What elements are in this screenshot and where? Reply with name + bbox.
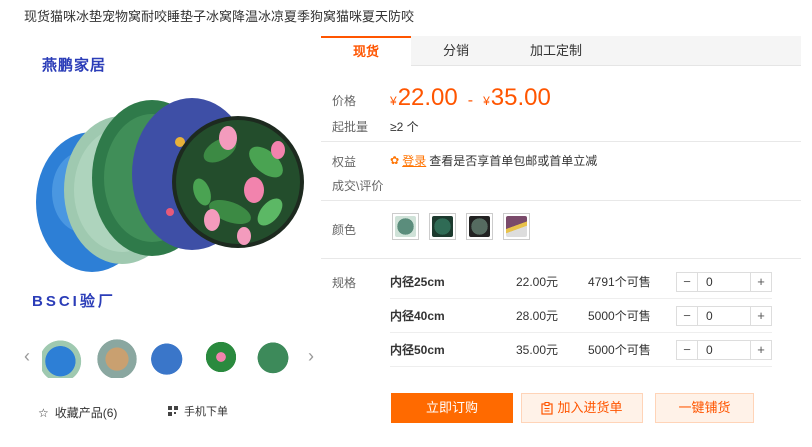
thumbnail-1[interactable] bbox=[42, 336, 88, 378]
chevron-right-icon[interactable]: › bbox=[308, 346, 314, 367]
spec-stock: 5000个可售 bbox=[588, 343, 651, 357]
tab-custom-processing[interactable]: 加工定制 bbox=[501, 36, 611, 66]
spec-stock: 4791个可售 bbox=[588, 275, 651, 289]
benefit-info: ✿ 登录 查看是否享首单包邮或首单立减 bbox=[390, 152, 597, 169]
spec-price: 28.00元 bbox=[516, 309, 559, 323]
clipboard-icon bbox=[541, 401, 554, 415]
increment-button[interactable]: + bbox=[751, 306, 771, 325]
color-options bbox=[392, 213, 530, 240]
price-separator: - bbox=[467, 92, 474, 109]
spec-price: 22.00元 bbox=[516, 275, 559, 289]
star-icon: ☆ bbox=[38, 405, 49, 420]
color-swatch-2[interactable] bbox=[429, 213, 456, 240]
divider bbox=[321, 200, 801, 201]
divider bbox=[321, 141, 801, 142]
mobile-order-label: 手机下单 bbox=[184, 406, 228, 418]
review-label[interactable]: 成交\评价 bbox=[332, 177, 383, 194]
thumbnail-5[interactable] bbox=[250, 336, 296, 378]
thumbnail-strip: ‹ › bbox=[22, 332, 316, 384]
buy-now-button[interactable]: 立即订购 bbox=[391, 393, 513, 423]
quantity-input[interactable]: 0 bbox=[697, 272, 751, 291]
quantity-input[interactable]: 0 bbox=[697, 340, 751, 359]
add-to-purchase-list-button[interactable]: 加入进货单 bbox=[521, 393, 643, 423]
spec-row: 内径40cm 28.00元 5000个可售 − 0 + bbox=[390, 299, 772, 333]
moq-label: 起批量 bbox=[332, 120, 369, 134]
moq-value: ≥2 个 bbox=[390, 120, 419, 134]
brand-certification: BSCI验厂 bbox=[32, 293, 116, 310]
brand-name-top: 燕鹏家居 bbox=[42, 57, 107, 74]
spec-name: 内径40cm bbox=[390, 309, 445, 323]
thumbnail-4[interactable] bbox=[198, 336, 244, 378]
quantity-stepper: − 0 + bbox=[676, 339, 772, 360]
action-buttons: 立即订购 加入进货单 一键铺货 bbox=[391, 393, 754, 423]
color-swatch-1[interactable] bbox=[392, 213, 419, 240]
price-min: 22.00 bbox=[397, 84, 458, 111]
favorite-product-button[interactable]: ☆ 收藏产品(6) bbox=[38, 404, 117, 421]
spec-stock: 5000个可售 bbox=[588, 309, 651, 323]
color-label: 颜色 bbox=[332, 223, 357, 237]
spec-row: 内径50cm 35.00元 5000个可售 − 0 + bbox=[390, 333, 772, 367]
add-to-list-label: 加入进货单 bbox=[557, 400, 623, 415]
gift-icon: ✿ bbox=[390, 155, 400, 167]
chevron-left-icon[interactable]: ‹ bbox=[24, 346, 30, 367]
increment-button[interactable]: + bbox=[751, 272, 771, 291]
color-swatch-3[interactable] bbox=[466, 213, 493, 240]
color-swatch-4[interactable] bbox=[503, 213, 530, 240]
product-title: 现货猫咪冰垫宠物窝耐咬睡垫子冰窝降温冰凉夏季狗窝猫咪夏天防咬 bbox=[24, 9, 415, 24]
spec-name: 内径50cm bbox=[390, 343, 445, 357]
price-range: ¥ 22.00 - ¥ 35.00 bbox=[390, 84, 551, 112]
spec-price: 35.00元 bbox=[516, 343, 559, 357]
spec-row: 内径25cm 22.00元 4791个可售 − 0 + bbox=[390, 265, 772, 299]
increment-button[interactable]: + bbox=[751, 340, 771, 359]
price-label: 价格 bbox=[332, 94, 357, 108]
quantity-stepper: − 0 + bbox=[676, 305, 772, 326]
one-click-distribute-button[interactable]: 一键铺货 bbox=[655, 393, 754, 423]
decrement-button[interactable]: − bbox=[677, 306, 697, 325]
quantity-input[interactable]: 0 bbox=[697, 306, 751, 325]
thumbnail-2[interactable] bbox=[94, 336, 140, 378]
divider bbox=[321, 258, 801, 259]
login-link[interactable]: 登录 bbox=[402, 152, 426, 169]
benefit-text: 查看是否享首单包邮或首单立减 bbox=[429, 154, 598, 168]
main-product-image[interactable] bbox=[30, 42, 310, 314]
purchase-mode-tabs: 现货 分销 加工定制 bbox=[321, 36, 801, 67]
qr-code-icon bbox=[168, 406, 178, 416]
decrement-button[interactable]: − bbox=[677, 340, 697, 359]
decrement-button[interactable]: − bbox=[677, 272, 697, 291]
benefit-label: 权益 bbox=[332, 155, 357, 169]
quantity-stepper: − 0 + bbox=[676, 271, 772, 292]
tab-spot[interactable]: 现货 bbox=[321, 36, 411, 67]
currency-symbol: ¥ bbox=[390, 94, 397, 108]
tab-distribution[interactable]: 分销 bbox=[411, 36, 501, 66]
mobile-order-button[interactable]: 手机下单 bbox=[168, 403, 228, 419]
currency-symbol: ¥ bbox=[483, 94, 490, 108]
spec-label: 规格 bbox=[332, 276, 357, 290]
thumbnail-3[interactable] bbox=[146, 336, 192, 378]
spec-name: 内径25cm bbox=[390, 275, 445, 289]
favorite-label: 收藏产品(6) bbox=[54, 406, 118, 420]
price-max: 35.00 bbox=[490, 84, 551, 111]
